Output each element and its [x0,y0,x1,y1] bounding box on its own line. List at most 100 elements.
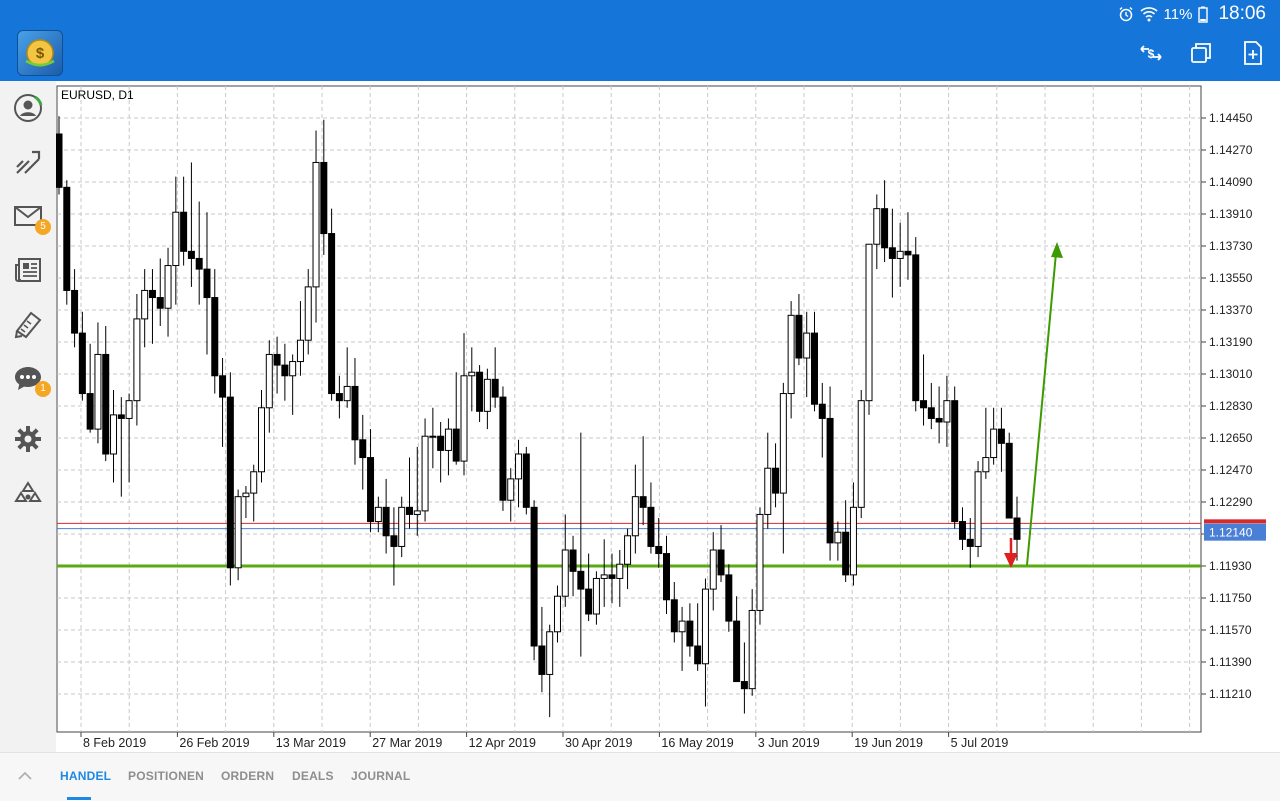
candle-body-down [717,549,725,576]
candle-body-up [600,574,608,579]
candle-body-up [258,407,266,473]
candle-body-down [920,400,928,409]
candle-body-up [460,375,468,462]
candle-body-down [530,506,538,647]
sidebar-item-mailbox[interactable]: 5 [11,199,51,235]
candle-body-down [663,553,671,601]
sidebar-item-trade[interactable] [11,145,45,179]
sidebar-item-journal[interactable] [11,307,45,341]
candle-body-down [733,620,741,683]
candle-body-up [857,400,865,508]
candle [912,237,920,412]
candle-body-down [328,233,336,395]
candle-body-down [608,574,616,579]
app-logo[interactable]: $ [17,30,63,76]
gear-icon [15,426,41,452]
y-tick-label: 1.14270 [1209,143,1253,157]
metatrader-logo-icon: $ [25,39,55,67]
tab-deals[interactable]: DEALS [292,769,334,783]
y-tick-label: 1.14090 [1209,175,1253,189]
candle-body-down [686,620,694,647]
person-icon [14,94,43,122]
candle-body-up [374,506,382,523]
bid-price-tag-label: 1.12140 [1209,526,1253,540]
sidebar-item-settings[interactable] [11,422,45,456]
candle [499,386,507,511]
candle-body-up [429,435,437,438]
tab-ordern[interactable]: ORDERN [221,769,274,783]
community-icon [14,481,42,502]
x-tick-label: 8 Feb 2019 [83,736,146,750]
candle-body-up [546,631,554,675]
windows-icon[interactable] [1186,38,1216,68]
top-app-bar: 11% 18:06 $ $ [0,0,1280,81]
trade-icon[interactable]: $ [1136,38,1166,68]
candle-body-up [468,371,476,377]
candle-body-up [865,243,873,402]
sidebar-item-news[interactable] [11,253,45,287]
candle-body-down [117,414,125,419]
candle [974,461,982,558]
candle [951,386,959,529]
candle-body-down [335,393,343,402]
x-tick-label: 19 Jun 2019 [854,736,923,750]
candle-body-down [810,332,818,405]
y-tick-label: 1.11930 [1209,559,1252,573]
sidebar-item-community[interactable] [11,477,45,511]
candle-body-up [943,400,951,423]
candle-body-up [141,289,149,320]
candle-body-down [351,385,359,441]
candle-body-down [725,574,733,622]
x-tick-label: 5 Jul 2019 [951,736,1009,750]
svg-text:$: $ [36,45,45,62]
candle-body-up [616,563,624,579]
candle-body-down [382,506,390,537]
svg-text:$: $ [1148,47,1155,61]
candle [865,243,873,415]
candle [226,372,234,586]
candle-body-down [499,396,507,501]
candle-body-down [826,417,834,544]
chevron-up-icon[interactable] [16,767,34,785]
x-tick-label: 13 Mar 2019 [276,736,346,750]
candle-body-up [764,467,772,515]
candle-body-up [312,161,320,288]
candle-body-down [951,400,959,523]
tab-handel[interactable]: HANDEL [60,769,111,783]
journal-icon [14,311,42,339]
tab-positionen[interactable]: POSITIONEN [128,769,204,783]
sidebar-item-chat[interactable]: 1 [11,361,51,397]
candle-body-up [990,428,998,459]
candle-body-down [935,417,943,423]
candle-body-down [795,314,803,359]
candle-body-down [195,257,203,270]
tab-journal[interactable]: JOURNAL [351,769,410,783]
ask-price-tag [1204,519,1266,524]
candlestick-chart[interactable]: 1.14450 1.14270 1.14090 1.13910 1.13730 1.135… [56,81,1280,752]
mail-badge: 5 [35,219,51,235]
candle-body-down [320,161,328,235]
candle-body-down [452,428,460,462]
clock: 18:06 [1218,3,1266,24]
candle-body-up [133,318,141,402]
candle-body-up [779,393,787,494]
candle-body-up [561,549,569,597]
candle-body-up [250,471,258,494]
new-chart-icon[interactable] [1238,38,1268,68]
candle-body-up [110,414,118,455]
sidebar-item-accounts[interactable] [11,91,45,125]
candle-body-down [1013,517,1021,540]
candle-body-up [234,496,242,569]
candle [522,446,530,515]
y-tick-label: 1.11570 [1209,623,1252,637]
battery-icon [1198,6,1209,23]
candle-body-down [203,268,211,299]
candle [328,208,336,401]
y-tick-label: 1.11750 [1209,591,1252,605]
candle-body-up [421,435,429,512]
candle-body-up [896,250,904,259]
candle-body-down [437,435,445,451]
chart-symbol-label: EURUSD, D1 [61,88,134,102]
candle-body-down [639,496,647,508]
chart-area[interactable]: 1.14450 1.14270 1.14090 1.13910 1.13730 1.135… [56,81,1280,752]
